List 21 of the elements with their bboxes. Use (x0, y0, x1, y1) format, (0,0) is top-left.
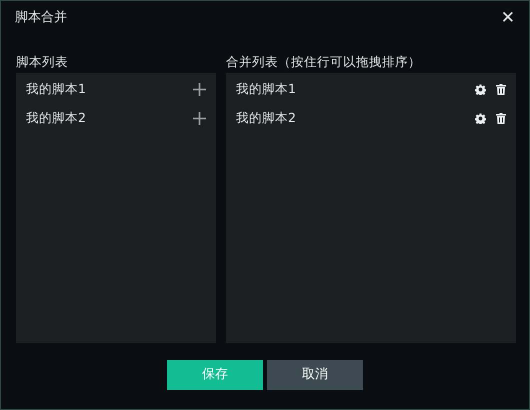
settings-button[interactable] (475, 113, 486, 124)
settings-button[interactable] (475, 84, 486, 95)
script-name: 我的脚本2 (26, 109, 86, 128)
panel-label: 合并列表（按住行可以拖拽排序） (226, 53, 421, 72)
script-name: 我的脚本1 (236, 80, 296, 98)
window-title: 脚本合并 (15, 9, 67, 28)
add-button[interactable] (193, 112, 206, 125)
cancel-button[interactable]: 取消 (267, 360, 363, 390)
script-name: 我的脚本1 (26, 80, 86, 98)
gear-icon (475, 113, 486, 124)
delete-button[interactable] (496, 113, 506, 124)
add-button[interactable] (193, 83, 206, 96)
delete-button[interactable] (496, 84, 506, 95)
trash-icon (496, 84, 506, 95)
close-button[interactable]: ✕ (496, 10, 519, 26)
script-name: 我的脚本2 (236, 109, 296, 128)
trash-icon (496, 113, 506, 124)
panel-label: 脚本列表 (16, 53, 68, 72)
plus-icon (193, 112, 206, 125)
gear-icon (475, 84, 486, 95)
plus-icon (193, 83, 206, 96)
